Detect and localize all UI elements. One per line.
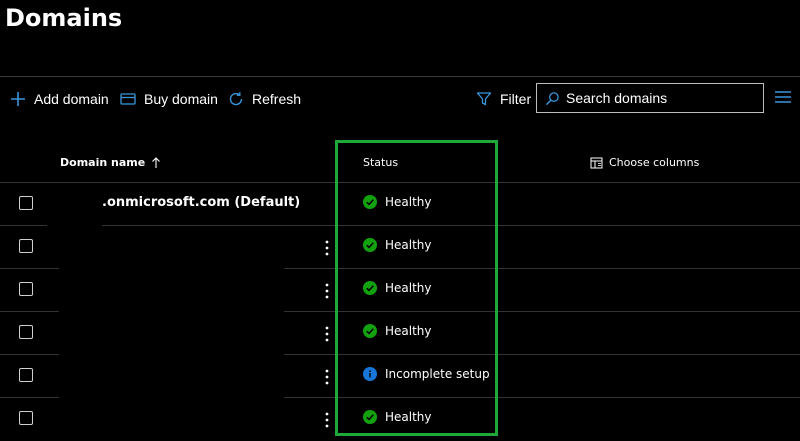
column-header-domain[interactable]: Domain name xyxy=(60,156,161,169)
row-checkbox[interactable] xyxy=(19,196,33,210)
column-header-domain-label: Domain name xyxy=(60,156,146,169)
add-domain-label: Add domain xyxy=(34,91,109,107)
row-checkbox[interactable] xyxy=(19,368,33,382)
refresh-button[interactable]: Refresh xyxy=(228,88,301,110)
row-checkbox[interactable] xyxy=(19,239,33,253)
sort-arrow-icon xyxy=(151,156,161,169)
more-actions-button[interactable] xyxy=(320,365,334,389)
more-actions-button[interactable] xyxy=(320,408,334,432)
domains-page: Domains Add domain Buy domain Refresh Fi… xyxy=(0,0,800,441)
more-vertical-icon xyxy=(325,326,329,342)
buy-domain-button[interactable]: Buy domain xyxy=(120,88,218,110)
columns-icon xyxy=(590,157,603,169)
more-actions-button[interactable] xyxy=(320,279,334,303)
filter-label: Filter xyxy=(500,91,532,107)
more-actions-button[interactable] xyxy=(320,322,334,346)
card-icon xyxy=(120,91,136,107)
domain-name[interactable]: .onmicrosoft.com (Default) xyxy=(102,195,300,210)
choose-columns-label: Choose columns xyxy=(609,156,700,169)
more-actions-button[interactable] xyxy=(320,236,334,260)
more-vertical-icon xyxy=(325,240,329,256)
row-checkbox[interactable] xyxy=(19,411,33,425)
search-icon xyxy=(545,91,560,106)
choose-columns-button[interactable]: Choose columns xyxy=(590,156,699,169)
row-checkbox[interactable] xyxy=(19,325,33,339)
title-divider xyxy=(0,76,800,77)
list-icon xyxy=(774,91,792,108)
redaction-block xyxy=(59,234,284,431)
buy-domain-label: Buy domain xyxy=(144,91,218,107)
status-column-highlight xyxy=(335,140,498,436)
add-domain-button[interactable]: Add domain xyxy=(10,88,109,110)
filter-button[interactable]: Filter xyxy=(476,88,531,110)
plus-icon xyxy=(10,91,26,107)
more-vertical-icon xyxy=(325,369,329,385)
row-checkbox[interactable] xyxy=(19,282,33,296)
filter-icon xyxy=(476,91,492,107)
list-view-button[interactable] xyxy=(774,90,792,104)
refresh-icon xyxy=(228,91,244,107)
refresh-label: Refresh xyxy=(252,91,302,107)
search-box[interactable] xyxy=(536,83,764,113)
search-input[interactable] xyxy=(566,90,756,106)
more-vertical-icon xyxy=(325,283,329,299)
more-vertical-icon xyxy=(325,412,329,428)
page-title: Domains xyxy=(5,4,123,32)
redaction-block xyxy=(47,192,102,226)
